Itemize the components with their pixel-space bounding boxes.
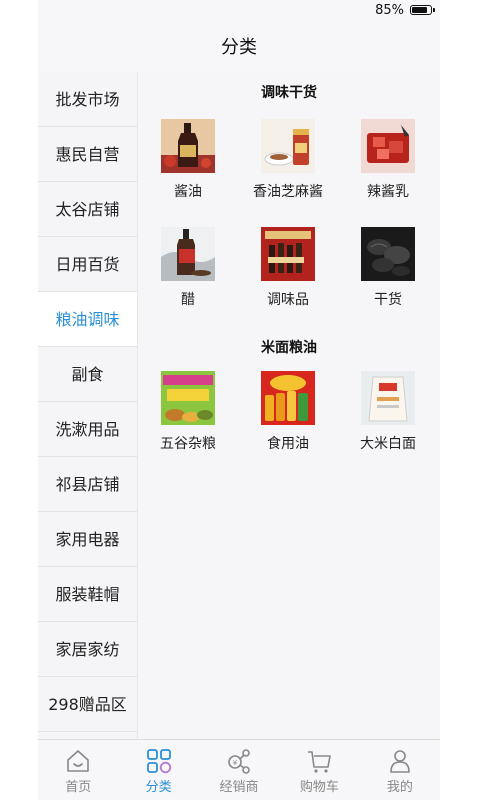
sidebar-item-toiletries[interactable]: 洗漱用品: [38, 402, 137, 457]
section-title-rice-flour-oil: 米面粮油: [261, 340, 317, 356]
category-label: 辣酱乳: [367, 184, 409, 200]
category-content: 调味干货 酱油 香油芝麻酱 辣酱乳 醋 调味品 干货 米面粮油 五谷杂粮 食用油…: [138, 72, 440, 740]
sesame-paste-thumb: [261, 119, 315, 173]
category-label: 调味品: [267, 292, 309, 308]
vinegar-thumb: [161, 227, 215, 281]
category-label: 醋: [181, 292, 195, 308]
category-tile-vinegar[interactable]: 醋: [138, 222, 238, 330]
soy-sauce-thumb: [161, 119, 215, 173]
category-tile-sesame-paste[interactable]: 香油芝麻酱: [238, 114, 338, 222]
product-grid-seasoning: 酱油 香油芝麻酱 辣酱乳 醋 调味品 干货: [138, 114, 440, 330]
tab-cart[interactable]: 购物车: [279, 740, 359, 800]
sidebar-item-gift-zone-298[interactable]: 298赠品区: [38, 677, 137, 732]
tab-label: 购物车: [299, 780, 339, 795]
sidebar-item-home-textiles[interactable]: 家居家纺: [38, 622, 137, 677]
rice-flour-thumb: [361, 371, 415, 425]
category-label: 食用油: [267, 436, 309, 452]
tab-distributor[interactable]: ¥ 经销商: [199, 740, 279, 800]
battery-icon: [410, 5, 435, 15]
sidebar-item-non-staple-food[interactable]: 副食: [38, 347, 137, 402]
category-tile-grains[interactable]: 五谷杂粮: [138, 366, 238, 474]
tab-category[interactable]: 分类: [118, 740, 198, 800]
tab-profile[interactable]: 我的: [360, 740, 440, 800]
distributor-icon: ¥: [199, 748, 279, 774]
sidebar-item-wholesale-market[interactable]: 批发市场: [38, 72, 137, 127]
status-bar: 85%: [38, 0, 440, 22]
sidebar-item-huimin-self-run[interactable]: 惠民自营: [38, 127, 137, 182]
category-label: 香油芝麻酱: [253, 184, 323, 200]
category-tile-soy-sauce[interactable]: 酱油: [138, 114, 238, 222]
category-tile-cooking-oil[interactable]: 食用油: [238, 366, 338, 474]
category-label: 五谷杂粮: [160, 436, 216, 452]
tab-label: 经销商: [219, 780, 259, 795]
phone-screen: 85% 分类 批发市场 惠民自营 太谷店铺 日用百货 粮油调味 副食 洗漱用品 …: [38, 0, 440, 800]
category-tile-chili-sauce[interactable]: 辣酱乳: [338, 114, 438, 222]
category-tile-dried-goods[interactable]: 干货: [338, 222, 438, 330]
tab-label: 首页: [65, 780, 92, 795]
tab-label: 分类: [145, 780, 172, 795]
page-title: 分类: [221, 37, 257, 58]
category-tile-rice-flour[interactable]: 大米白面: [338, 366, 438, 474]
sidebar-item-clothing-shoes[interactable]: 服装鞋帽: [38, 567, 137, 622]
category-label: 大米白面: [360, 436, 416, 452]
category-tile-seasonings[interactable]: 调味品: [238, 222, 338, 330]
tab-label: 我的: [386, 780, 413, 795]
sidebar-item-taigu-stores[interactable]: 太谷店铺: [38, 182, 137, 237]
category-icon: [118, 748, 198, 774]
home-icon: [38, 748, 118, 774]
sidebar-item-qixian-stores[interactable]: 祁县店铺: [38, 457, 137, 512]
seasoning-thumb: [261, 227, 315, 281]
category-label: 酱油: [174, 184, 202, 200]
sidebar-item-home-appliances[interactable]: 家用电器: [38, 512, 137, 567]
svg-text:¥: ¥: [233, 759, 238, 767]
dried-goods-thumb: [361, 227, 415, 281]
section-title-seasoning-dried: 调味干货: [261, 85, 317, 101]
chili-sauce-thumb: [361, 119, 415, 173]
sidebar-item-daily-goods[interactable]: 日用百货: [38, 237, 137, 292]
bottom-tab-bar: 首页 分类 ¥ 经销商 购物车 我的: [38, 739, 440, 800]
navigation-bar: 分类: [38, 22, 440, 72]
category-label: 干货: [374, 292, 402, 308]
battery-percentage: 85%: [375, 3, 404, 18]
tab-home[interactable]: 首页: [38, 740, 118, 800]
product-grid-staples: 五谷杂粮 食用油 大米白面: [138, 366, 440, 474]
profile-icon: [360, 748, 440, 774]
sidebar-item-grain-oil-seasoning[interactable]: 粮油调味: [38, 292, 137, 347]
cart-icon: [279, 748, 359, 774]
cooking-oil-thumb: [261, 371, 315, 425]
grains-thumb: [161, 371, 215, 425]
category-sidebar: 批发市场 惠民自营 太谷店铺 日用百货 粮油调味 副食 洗漱用品 祁县店铺 家用…: [38, 72, 138, 740]
